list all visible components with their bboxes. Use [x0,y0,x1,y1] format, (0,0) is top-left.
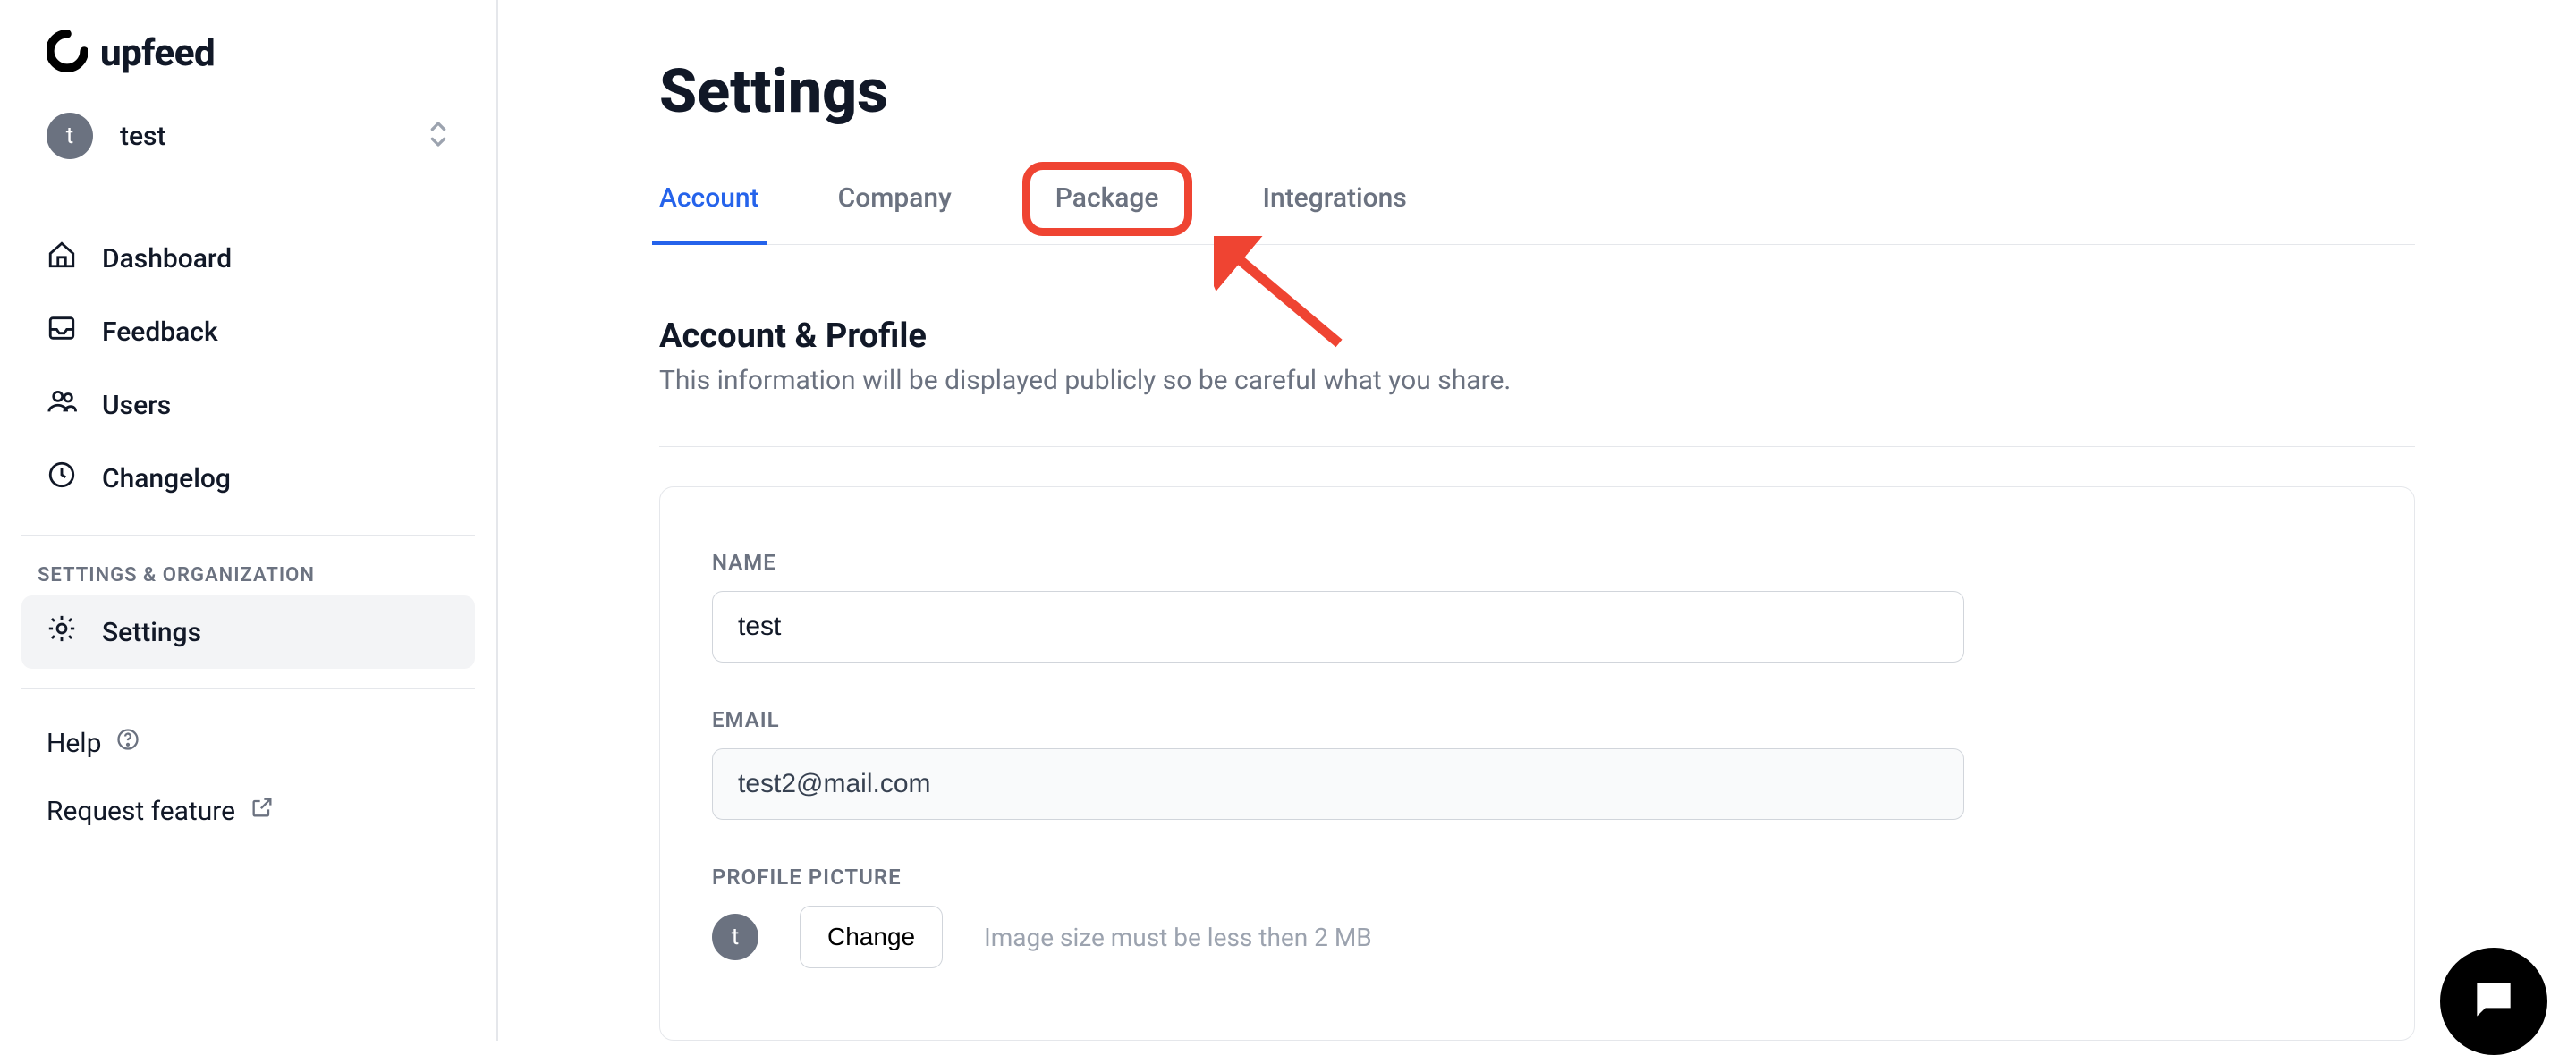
chat-fab[interactable] [2440,948,2547,1055]
sidebar-item-request-feature[interactable]: Request feature [21,777,475,845]
button-label: Change [827,923,915,950]
org-switcher[interactable]: t test [21,100,475,172]
email-field-block: EMAIL [712,707,2362,820]
page-title: Settings [659,55,2415,127]
email-label: EMAIL [712,707,2362,732]
inbox-icon [47,313,77,350]
sidebar-item-label: Changelog [102,463,231,494]
help-icon [115,727,140,759]
clock-icon [47,460,77,497]
primary-nav: Dashboard Feedback Users Changelog [21,222,475,515]
sidebar-item-changelog[interactable]: Changelog [21,442,475,515]
sidebar-item-label: Users [102,390,171,421]
sidebar-item-users[interactable]: Users [21,368,475,442]
divider [21,535,475,536]
section-heading: Account & Profile [659,316,2415,356]
gear-icon [47,613,77,651]
sidebar-item-label: Request feature [47,796,235,827]
home-icon [47,240,77,277]
tab-company[interactable]: Company [838,182,952,244]
profile-picture-hint: Image size must be less then 2 MB [984,923,1372,952]
chat-icon [2469,975,2519,1028]
sidebar-item-dashboard[interactable]: Dashboard [21,222,475,295]
tab-account[interactable]: Account [659,182,759,244]
sidebar: upfeed t test Dashboard [0,0,498,1041]
divider [21,688,475,689]
brand-name: upfeed [100,31,215,75]
org-name: test [120,121,166,152]
external-link-icon [250,795,275,827]
sidebar-item-label: Dashboard [102,243,232,274]
brand-logo-icon [47,30,88,75]
sidebar-section-label: SETTINGS & ORGANIZATION [21,555,475,595]
change-picture-button[interactable]: Change [800,906,943,968]
sidebar-item-feedback[interactable]: Feedback [21,295,475,368]
brand-logo[interactable]: upfeed [21,21,475,100]
name-field-block: NAME [712,550,2362,663]
tab-integrations[interactable]: Integrations [1263,182,1407,244]
tab-label: Company [838,182,952,214]
sidebar-item-label: Help [47,728,101,759]
org-avatar: t [47,113,93,159]
name-input[interactable] [712,591,1964,663]
sidebar-item-label: Settings [102,617,201,648]
sidebar-item-settings[interactable]: Settings [21,595,475,669]
profile-avatar: t [712,914,758,960]
email-input [712,748,1964,820]
settings-tabs: Account Company Package Integrations [659,182,2415,245]
users-icon [47,386,77,424]
tab-label: Account [659,182,759,214]
sidebar-item-label: Feedback [102,316,218,348]
sidebar-item-help[interactable]: Help [21,709,475,777]
divider [659,446,2415,447]
profile-picture-label: PROFILE PICTURE [712,865,2362,890]
tab-label: Package [1055,182,1159,214]
tab-label: Integrations [1263,182,1407,214]
tab-package[interactable]: Package [1030,170,1184,228]
account-profile-section: Account & Profile This information will … [659,316,2415,1041]
profile-picture-block: PROFILE PICTURE t Change Image size must… [712,865,2362,968]
section-subtext: This information will be displayed publi… [659,365,2415,396]
name-label: NAME [712,550,2362,575]
profile-card: NAME EMAIL PROFILE PICTURE t Change [659,486,2415,1041]
chevron-up-down-icon [427,120,450,152]
main-content: Settings Account Company Package Integra… [498,0,2576,1041]
